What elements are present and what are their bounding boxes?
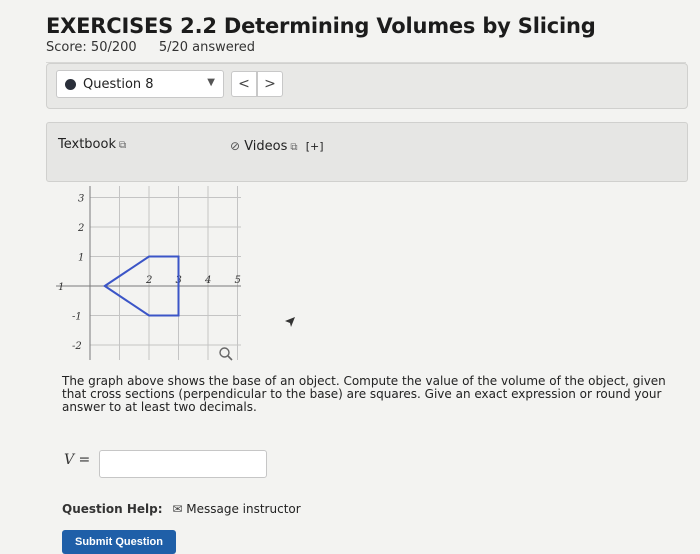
y-tick-label: -2 — [72, 341, 82, 352]
external-link-icon: ⧉ — [118, 140, 127, 151]
answered-count: 5/20 answered — [158, 40, 256, 55]
mail-icon: ✉ — [172, 502, 183, 516]
volume-answer-input[interactable] — [99, 450, 267, 478]
x-tick-label: 5 — [235, 275, 241, 286]
resources-panel — [46, 122, 688, 182]
question-help-row: Question Help: ✉ Message instructor — [62, 502, 301, 516]
question-select-label: Question 8 — [83, 77, 154, 92]
textbook-label: Textbook — [58, 137, 116, 152]
score-text: Score: 50/200 — [46, 40, 137, 55]
question-select[interactable]: Question 8 ▼ — [56, 70, 224, 98]
x-tick-label: 1 — [58, 282, 64, 293]
x-tick-label: 4 — [204, 275, 211, 286]
message-instructor-link[interactable]: Message instructor — [186, 502, 300, 516]
expand-videos-toggle[interactable]: [+] — [306, 140, 324, 153]
score-row: Score: 50/200 5/20 answered — [46, 40, 273, 55]
x-tick-label: 2 — [145, 275, 152, 286]
y-tick-label: -1 — [72, 312, 82, 323]
videos-link[interactable]: ⊘ Videos ⧉ [+] — [230, 139, 324, 154]
answer-variable-label: V = — [64, 452, 91, 468]
mouse-pointer-icon — [285, 317, 295, 327]
base-graph: 12345321-1-2-3 — [56, 186, 241, 360]
y-tick-label: 1 — [78, 253, 84, 264]
question-help-label: Question Help: — [62, 502, 163, 516]
page-title: EXERCISES 2.2 Determining Volumes by Sli… — [46, 14, 596, 38]
previous-question-button[interactable]: < — [231, 71, 257, 97]
play-video-icon: ⊘ — [230, 139, 241, 153]
next-question-button[interactable]: > — [257, 71, 283, 97]
problem-statement: The graph above shows the base of an obj… — [62, 374, 666, 414]
external-link-icon: ⧉ — [290, 142, 298, 153]
status-dot-icon — [65, 79, 76, 90]
y-tick-label: 2 — [77, 223, 84, 234]
submit-question-button[interactable]: Submit Question — [62, 530, 176, 554]
caret-down-icon: ▼ — [207, 77, 215, 88]
y-tick-label: 3 — [78, 194, 84, 205]
magnify-icon[interactable] — [218, 346, 234, 362]
videos-label: Videos — [244, 139, 288, 154]
textbook-link[interactable]: Textbook ⧉ — [58, 137, 126, 152]
